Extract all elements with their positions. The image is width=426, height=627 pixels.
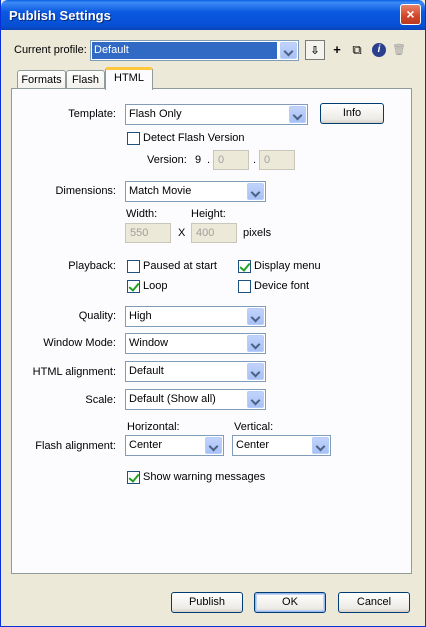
width-label: Width: [126, 208, 158, 220]
window-mode-select[interactable]: Window [125, 333, 266, 354]
template-info-button[interactable]: Info [320, 103, 384, 124]
template-label: Template: [68, 108, 116, 120]
loop-label: Loop [143, 280, 168, 292]
chevron-down-icon[interactable] [312, 437, 329, 454]
delete-profile-icon[interactable]: 🗑 [391, 40, 407, 60]
version-major: 9 [195, 154, 202, 166]
chevron-down-icon[interactable] [289, 106, 306, 123]
publish-button[interactable]: Publish [171, 592, 243, 613]
title-bar: Publish Settings × [1, 0, 425, 30]
scale-select[interactable]: Default (Show all) [125, 389, 266, 410]
dimensions-select[interactable]: Match Movie [125, 181, 266, 202]
chevron-down-icon[interactable] [205, 437, 222, 454]
show-warnings-label: Show warning messages [143, 471, 266, 483]
window-mode-label: Window Mode: [43, 337, 116, 349]
vertical-alignment-select[interactable]: Center [232, 435, 331, 456]
height-input[interactable]: 400 [191, 223, 237, 243]
cancel-button[interactable]: Cancel [338, 592, 410, 613]
scale-value: Default (Show all) [129, 393, 216, 405]
width-input[interactable]: 550 [125, 223, 171, 243]
quality-label: Quality: [78, 310, 116, 322]
paused-at-start-checkbox[interactable] [127, 260, 140, 273]
vertical-label: Vertical: [234, 421, 274, 433]
horizontal-alignment-select[interactable]: Center [125, 435, 224, 456]
template-value: Flash Only [129, 108, 182, 120]
html-alignment-select[interactable]: Default [125, 361, 266, 382]
duplicate-profile-icon[interactable]: ⧉ [348, 40, 366, 60]
show-warnings-checkbox[interactable] [127, 471, 140, 484]
window-mode-value: Window [129, 337, 169, 349]
profile-info-icon[interactable]: i [372, 43, 386, 57]
tab-flash[interactable]: Flash [66, 70, 105, 90]
template-select[interactable]: Flash Only [125, 104, 308, 125]
tab-formats[interactable]: Formats [17, 70, 66, 90]
dimensions-value: Match Movie [129, 185, 192, 197]
loop-checkbox[interactable] [127, 280, 140, 293]
version-separator: . [207, 154, 211, 166]
version-separator: . [253, 154, 257, 166]
html-settings-panel [11, 88, 412, 574]
version-revision-input[interactable]: 0 [259, 150, 295, 170]
paused-at-start-label: Paused at start [143, 260, 217, 272]
horizontal-label: Horizontal: [127, 421, 180, 433]
quality-value: High [129, 310, 152, 322]
chevron-down-icon[interactable] [280, 42, 297, 59]
scale-label: Scale: [85, 394, 116, 406]
add-profile-icon[interactable]: + [329, 40, 345, 60]
chevron-down-icon[interactable] [247, 335, 264, 352]
chevron-down-icon[interactable] [247, 183, 264, 200]
height-label: Height: [191, 208, 226, 220]
display-menu-checkbox[interactable] [238, 260, 251, 273]
chevron-down-icon[interactable] [247, 308, 264, 325]
current-profile-select[interactable]: Default [90, 40, 299, 61]
chevron-down-icon[interactable] [247, 391, 264, 408]
detect-flash-version-label: Detect Flash Version [143, 132, 245, 144]
device-font-label: Device font [254, 280, 310, 292]
dimensions-label: Dimensions: [55, 185, 116, 197]
current-profile-label: Current profile: [14, 44, 87, 56]
ok-button[interactable]: OK [254, 592, 326, 613]
version-label: Version: [147, 154, 187, 166]
close-icon[interactable]: × [400, 4, 421, 25]
flash-alignment-label: Flash alignment: [35, 440, 116, 452]
playback-label: Playback: [68, 260, 116, 272]
publish-settings-dialog: Publish Settings × Current profile: Defa… [0, 0, 426, 627]
import-export-profile-icon[interactable]: ⇩ [305, 40, 325, 60]
current-profile-value: Default [94, 44, 129, 56]
quality-select[interactable]: High [125, 306, 266, 327]
dimensions-x-label: X [178, 227, 186, 239]
detect-flash-version-checkbox[interactable] [127, 132, 140, 145]
pixels-label: pixels [243, 227, 272, 239]
window-title: Publish Settings [9, 8, 111, 23]
device-font-checkbox[interactable] [238, 280, 251, 293]
html-alignment-label: HTML alignment: [32, 366, 116, 378]
vertical-alignment-value: Center [236, 439, 270, 451]
horizontal-alignment-value: Center [129, 439, 163, 451]
display-menu-label: Display menu [254, 260, 321, 272]
version-minor-input[interactable]: 0 [213, 150, 249, 170]
chevron-down-icon[interactable] [247, 363, 264, 380]
tab-html[interactable]: HTML [105, 67, 153, 90]
html-alignment-value: Default [129, 365, 164, 377]
